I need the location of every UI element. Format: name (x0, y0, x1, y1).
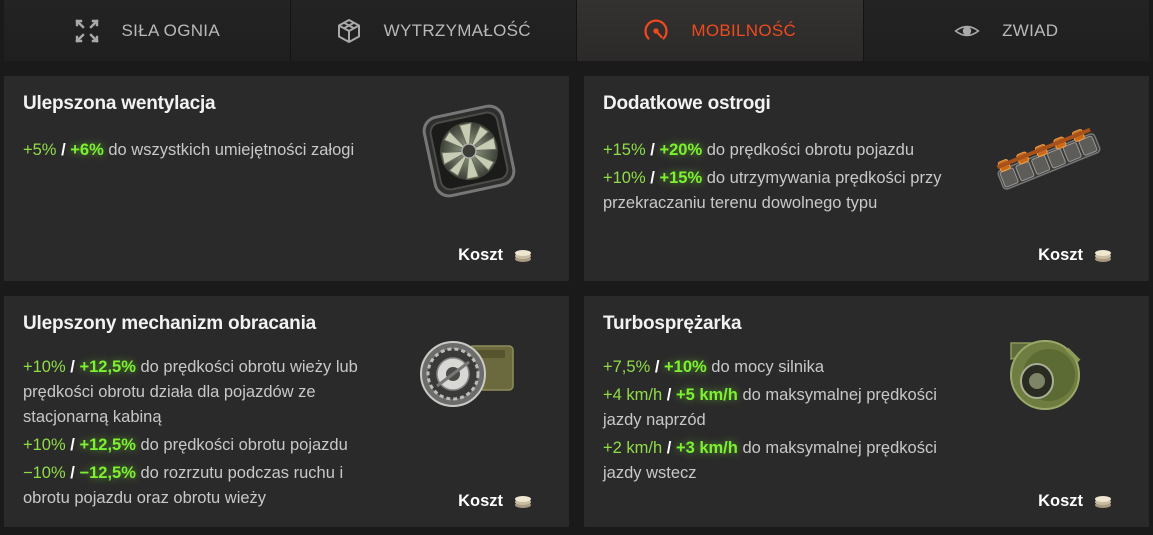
bonus-value: +6% (70, 141, 104, 159)
credits-coin-icon (1093, 495, 1113, 509)
separator: / (61, 141, 66, 159)
effects-list: +10% / +12,5% do prędkości obrotu wieży … (23, 355, 393, 514)
effect-line: −10% / −12,5% do rozrzutu podczas ruchu … (23, 461, 393, 511)
bonus-value: −12,5% (79, 464, 136, 482)
bonus-value: +5 km/h (675, 386, 738, 404)
effect-line: +10% / +15% do utrzymywania prędkości pr… (603, 166, 973, 216)
card-title: Ulepszona wentylacja (23, 93, 216, 114)
tab-label: SIŁA OGNIA (121, 20, 220, 40)
effects-list: +15% / +20% do prędkości obrotu pojazdu … (603, 138, 973, 219)
bonus-value: +10% (664, 358, 707, 376)
base-value: +10% (603, 169, 646, 187)
tab-sila-ognia[interactable]: SIŁA OGNIA (4, 0, 291, 61)
bonus-value: +12,5% (79, 436, 136, 454)
turbocharger-icon (981, 316, 1111, 426)
effect-line: +4 km/h / +5 km/h do maksymalnej prędkoś… (603, 383, 973, 433)
cost: Koszt (458, 246, 533, 265)
cost: Koszt (1038, 246, 1113, 265)
separator: / (666, 386, 672, 404)
tab-label: MOBILNOŚĆ (691, 20, 797, 40)
equipment-card-improved-ventilation[interactable]: Ulepszona wentylacja +5% / +6% do wszyst… (4, 76, 569, 281)
bonus-value: +3 km/h (675, 439, 738, 457)
bonus-value: +20% (659, 141, 703, 159)
eye-icon (954, 18, 980, 44)
effect-text: do mocy silnika (711, 358, 825, 376)
effects-list: +7,5% / +10% do mocy silnika +4 km/h / +… (603, 355, 973, 489)
cost-label: Koszt (1038, 492, 1083, 510)
base-value: +5% (23, 141, 57, 159)
separator: / (70, 358, 75, 376)
cost-label: Koszt (458, 246, 503, 264)
category-tabs: SIŁA OGNIA WYTRZYMAŁOŚĆ MOBILNOŚĆ ZWIAD (4, 0, 1149, 61)
separator: / (70, 436, 75, 454)
cost: Koszt (1038, 492, 1113, 511)
effect-text: do prędkości obrotu pojazdu (706, 141, 915, 159)
effect-text: do wszystkich umiejętności załogi (108, 141, 355, 159)
card-title: Turbosprężarka (603, 313, 742, 334)
effect-line: +10% / +12,5% do prędkości obrotu pojazd… (23, 433, 393, 458)
turret-traverse-gear-icon (401, 316, 531, 426)
equipment-card-improved-rotation-mechanism[interactable]: Ulepszony mechanizm obracania +10% / +12… (4, 296, 569, 527)
separator: / (650, 141, 655, 159)
base-value: +10% (23, 436, 66, 454)
separator: / (650, 169, 655, 187)
effect-line: +5% / +6% do wszystkich umiejętności zał… (23, 138, 393, 163)
effect-text: do prędkości obrotu pojazdu (140, 436, 348, 454)
separator: / (70, 464, 75, 482)
base-value: +10% (23, 358, 66, 376)
cost: Koszt (458, 492, 533, 511)
bonus-value: +15% (659, 169, 703, 187)
effect-line: +10% / +12,5% do prędkości obrotu wieży … (23, 355, 393, 430)
tab-zwiad[interactable]: ZWIAD (863, 0, 1149, 61)
base-value: −10% (23, 464, 66, 482)
base-value: +4 km/h (603, 386, 663, 404)
effect-line: +7,5% / +10% do mocy silnika (603, 355, 973, 380)
base-value: +7,5% (603, 358, 651, 376)
credits-coin-icon (513, 495, 533, 509)
effects-list: +5% / +6% do wszystkich umiejętności zał… (23, 138, 393, 166)
tab-label: ZWIAD (1002, 20, 1059, 40)
tab-wytrzymalosc[interactable]: WYTRZYMAŁOŚĆ (290, 0, 577, 61)
effect-line: +2 km/h / +3 km/h do maksymalnej prędkoś… (603, 436, 973, 486)
ventilation-fan-icon (401, 96, 531, 206)
card-title: Ulepszony mechanizm obracania (23, 313, 317, 334)
speedometer-icon (643, 18, 669, 44)
credits-coin-icon (513, 249, 533, 263)
card-title: Dodatkowe ostrogi (603, 93, 771, 114)
equipment-card-additional-grousers[interactable]: Dodatkowe ostrogi +15% / +20% do prędkoś… (584, 76, 1149, 281)
effect-line: +15% / +20% do prędkości obrotu pojazdu (603, 138, 973, 163)
separator: / (654, 358, 660, 376)
tab-label: WYTRZYMAŁOŚĆ (383, 20, 531, 40)
armor-cube-icon (336, 18, 362, 44)
cost-label: Koszt (458, 492, 503, 510)
separator: / (666, 439, 672, 457)
credits-coin-icon (1093, 249, 1113, 263)
equipment-card-turbocharger[interactable]: Turbosprężarka +7,5% / +10% do mocy siln… (584, 296, 1149, 527)
tab-mobilnosc[interactable]: MOBILNOŚĆ (577, 0, 864, 61)
base-value: +15% (603, 141, 646, 159)
bonus-value: +12,5% (79, 358, 136, 376)
crosshair-arrows-icon (74, 18, 100, 44)
track-grousers-icon (981, 96, 1111, 206)
cost-label: Koszt (1038, 246, 1083, 264)
base-value: +2 km/h (603, 439, 663, 457)
